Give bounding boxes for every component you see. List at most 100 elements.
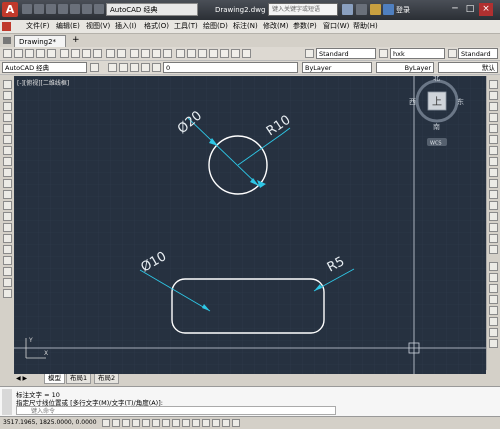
point-tool-icon[interactable] [3,223,12,232]
command-input[interactable]: 键入命令 [16,406,336,415]
snap-tangent-icon[interactable] [489,317,498,326]
stretch-tool-icon[interactable] [489,168,498,177]
app-menu-icon[interactable] [2,22,11,31]
erase-tool-icon[interactable] [489,80,498,89]
menu-file[interactable]: 文件(F) [26,20,50,33]
rotate-tool-icon[interactable] [489,146,498,155]
sheet-set-icon[interactable] [209,49,218,58]
tool-palettes-icon[interactable] [198,49,207,58]
save-file-icon[interactable] [25,49,34,58]
mtext-tool-icon[interactable] [3,278,12,287]
fillet-tool-icon[interactable] [489,234,498,243]
viewcube-west[interactable]: 西 [409,98,416,106]
copy-tool-icon[interactable] [489,91,498,100]
color-select[interactable]: ByLayer [302,62,372,73]
ellipse-arc-icon[interactable] [3,190,12,199]
polyline-tool-icon[interactable] [3,102,12,111]
layer-color-icon[interactable] [152,63,161,72]
workspace-combo[interactable]: AutoCAD 经典 [2,62,87,73]
viewcube-north[interactable]: 北 [433,76,440,82]
quick-properties-icon[interactable] [222,419,230,427]
menu-insert[interactable]: 插入(I) [115,20,137,33]
star-icon[interactable] [370,4,381,15]
ellipse-tool-icon[interactable] [3,179,12,188]
dim-style-select[interactable]: hxk [390,48,445,59]
transparency-icon[interactable] [212,419,220,427]
new-icon[interactable] [22,4,32,14]
search-icon[interactable] [342,4,353,15]
infer-constraints-icon[interactable] [102,419,110,427]
redo-tool-icon[interactable] [117,49,126,58]
menu-draw[interactable]: 绘图(D) [203,20,228,33]
layer-properties-icon[interactable] [108,63,117,72]
region-tool-icon[interactable] [3,256,12,265]
design-center-icon[interactable] [187,49,196,58]
command-grip[interactable] [2,389,12,415]
user-icon[interactable] [383,4,394,15]
tab-layout1[interactable]: 布局1 [66,374,92,384]
tab-layout2[interactable]: 布局2 [94,374,120,384]
undo-icon[interactable] [82,4,92,14]
viewcube-south[interactable]: 南 [433,122,440,131]
menu-help[interactable]: 帮助(H) [353,20,378,33]
scale-tool-icon[interactable] [489,157,498,166]
drawing-area[interactable]: Y X Ø20 R10 Ø10 R5 上 北 南 东 西 WCS [-][俯视]… [14,76,486,374]
gradient-tool-icon[interactable] [3,245,12,254]
paste-icon[interactable] [82,49,91,58]
snap-mode-icon[interactable] [112,419,120,427]
tab-nav-arrows-icon[interactable]: ◀ ▶ [16,375,27,382]
menu-view[interactable]: 视图(V) [86,20,110,33]
layer-lock-icon[interactable] [141,63,150,72]
viewcube-east[interactable]: 东 [457,97,464,106]
dynamic-input-icon[interactable] [192,419,200,427]
arc-tool-icon[interactable] [3,135,12,144]
markup-icon[interactable] [220,49,229,58]
move-tool-icon[interactable] [489,135,498,144]
layer-freeze-icon[interactable] [130,63,139,72]
circle-tool-icon[interactable] [3,146,12,155]
trim-tool-icon[interactable] [489,179,498,188]
menu-modify[interactable]: 修改(M) [263,20,289,33]
workspace-settings-icon[interactable] [90,63,99,72]
ortho-mode-icon[interactable] [132,419,140,427]
line-tool-icon[interactable] [3,80,12,89]
join-tool-icon[interactable] [489,212,498,221]
plot-icon[interactable] [36,49,45,58]
menu-edit[interactable]: 编辑(E) [56,20,80,33]
qnew-icon[interactable] [3,49,12,58]
print-icon[interactable] [70,4,80,14]
login-button[interactable]: 登录 [396,3,410,17]
table-style-icon[interactable] [448,49,457,58]
properties-icon[interactable] [176,49,185,58]
spline-tool-icon[interactable] [3,168,12,177]
menu-parametric[interactable]: 参数(P) [293,20,317,33]
menu-format[interactable]: 格式(O) [144,20,169,33]
help-icon[interactable] [242,49,251,58]
file-tab-drawing2[interactable]: Drawing2* [14,35,66,47]
linetype-select[interactable]: ByLayer [376,62,434,73]
text-style-select[interactable]: Standard [316,48,376,59]
search-input[interactable]: 键入关键字或短语 [268,3,338,16]
layer-select[interactable]: 0 [163,62,298,73]
grid-display-icon[interactable] [122,419,130,427]
menu-dimension[interactable]: 标注(N) [233,20,258,33]
maximize-icon[interactable]: □ [463,3,477,16]
construction-line-icon[interactable] [3,91,12,100]
dynamic-ucs-icon[interactable] [182,419,190,427]
zoom-realtime-icon[interactable] [141,49,150,58]
make-block-icon[interactable] [3,212,12,221]
menu-tools[interactable]: 工具(T) [174,20,198,33]
explode-tool-icon[interactable] [489,245,498,254]
table-style-select[interactable]: Standard [458,48,498,59]
text-style-icon[interactable] [305,49,314,58]
lineweight-select[interactable]: 默认 [438,62,498,73]
quickcalc-icon[interactable] [231,49,240,58]
snap-intersection-icon[interactable] [489,284,498,293]
polygon-tool-icon[interactable] [3,113,12,122]
insert-block-icon[interactable] [3,201,12,210]
snap-endpoint-icon[interactable] [489,262,498,271]
chamfer-tool-icon[interactable] [489,223,498,232]
selection-cycling-icon[interactable] [232,419,240,427]
offset-tool-icon[interactable] [489,113,498,122]
3d-object-snap-icon[interactable] [162,419,170,427]
